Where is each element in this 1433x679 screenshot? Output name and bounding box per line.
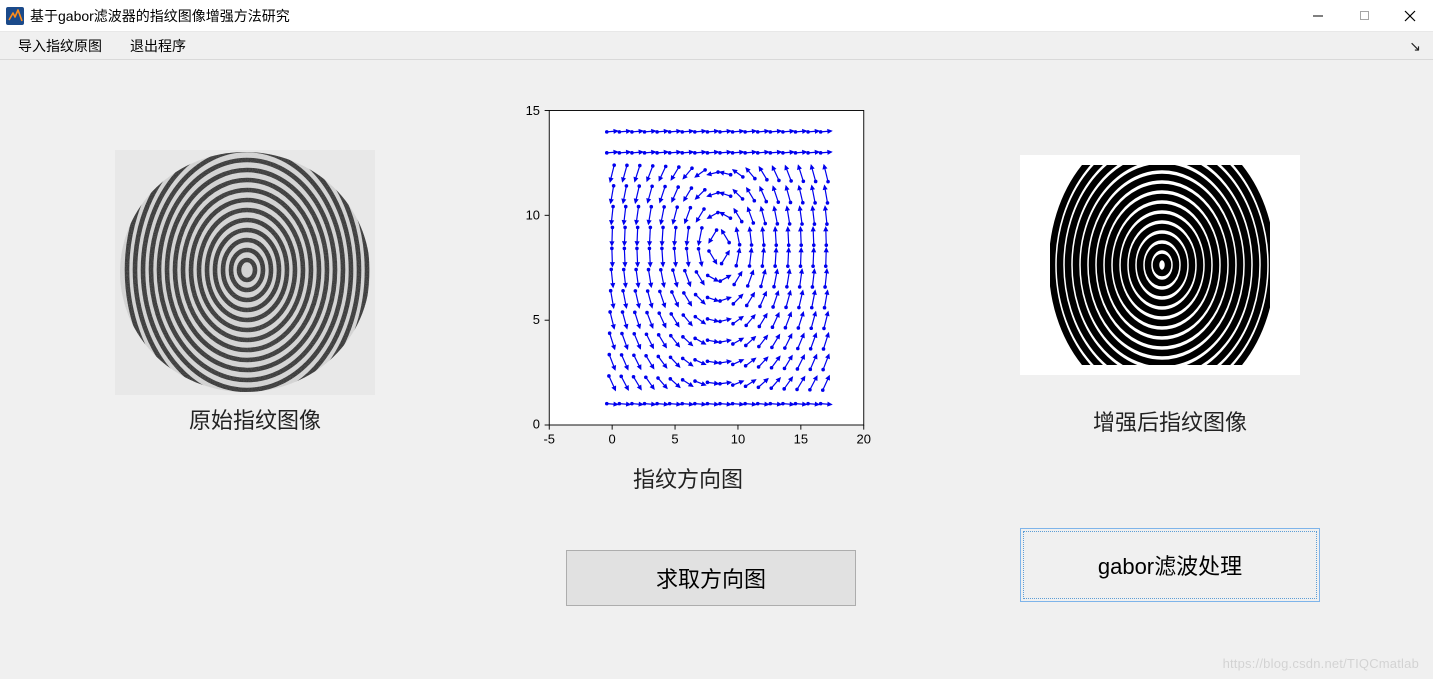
raw-fingerprint-image — [115, 150, 375, 395]
watermark-text: https://blog.csdn.net/TIQCmatlab — [1223, 656, 1419, 671]
ytick-0: 0 — [533, 417, 540, 432]
title-bar: 基于gabor滤波器的指纹图像增强方法研究 — [0, 0, 1433, 32]
raw-fingerprint-caption: 原始指纹图像 — [115, 403, 395, 435]
minimize-button[interactable] — [1295, 0, 1341, 31]
ytick-2: 10 — [526, 208, 540, 223]
orientation-caption: 指纹方向图 — [478, 462, 898, 494]
enhanced-fingerprint-image — [1020, 155, 1300, 375]
compute-orientation-button[interactable]: 求取方向图 — [566, 550, 856, 606]
raw-fingerprint-panel: 原始指纹图像 — [115, 150, 395, 435]
xtick-1: 0 — [609, 431, 616, 446]
gabor-filter-label: gabor滤波处理 — [1098, 549, 1242, 581]
menu-bar: 导入指纹原图 退出程序 ↘ — [0, 32, 1433, 60]
xtick-5: 20 — [857, 431, 871, 446]
window-controls — [1295, 0, 1433, 31]
figure-client-area: 原始指纹图像 -5 0 5 10 15 20 — [0, 60, 1433, 679]
menu-exit-program[interactable]: 退出程序 — [120, 34, 196, 58]
gabor-filter-button[interactable]: gabor滤波处理 — [1020, 528, 1320, 602]
ytick-3: 15 — [526, 103, 540, 118]
enhanced-fingerprint-caption: 增强后指纹图像 — [1020, 405, 1320, 437]
xtick-0: -5 — [543, 431, 555, 446]
compute-orientation-label: 求取方向图 — [656, 562, 766, 594]
xtick-4: 15 — [794, 431, 808, 446]
orientation-axes-panel: -5 0 5 10 15 20 0 5 10 15 指纹方向图 — [478, 92, 898, 494]
maximize-button[interactable] — [1341, 0, 1387, 31]
window-title: 基于gabor滤波器的指纹图像增强方法研究 — [30, 6, 1295, 26]
close-button[interactable] — [1387, 0, 1433, 31]
xtick-2: 5 — [671, 431, 678, 446]
matlab-icon — [6, 7, 24, 25]
menu-import-original[interactable]: 导入指纹原图 — [8, 34, 112, 58]
orientation-axes[interactable]: -5 0 5 10 15 20 0 5 10 15 — [478, 92, 898, 462]
enhanced-fingerprint-panel: 增强后指纹图像 — [1020, 155, 1320, 437]
toolbar-dropdown-icon[interactable]: ↘ — [1409, 38, 1421, 55]
xtick-3: 10 — [731, 431, 745, 446]
ytick-1: 5 — [533, 312, 540, 327]
